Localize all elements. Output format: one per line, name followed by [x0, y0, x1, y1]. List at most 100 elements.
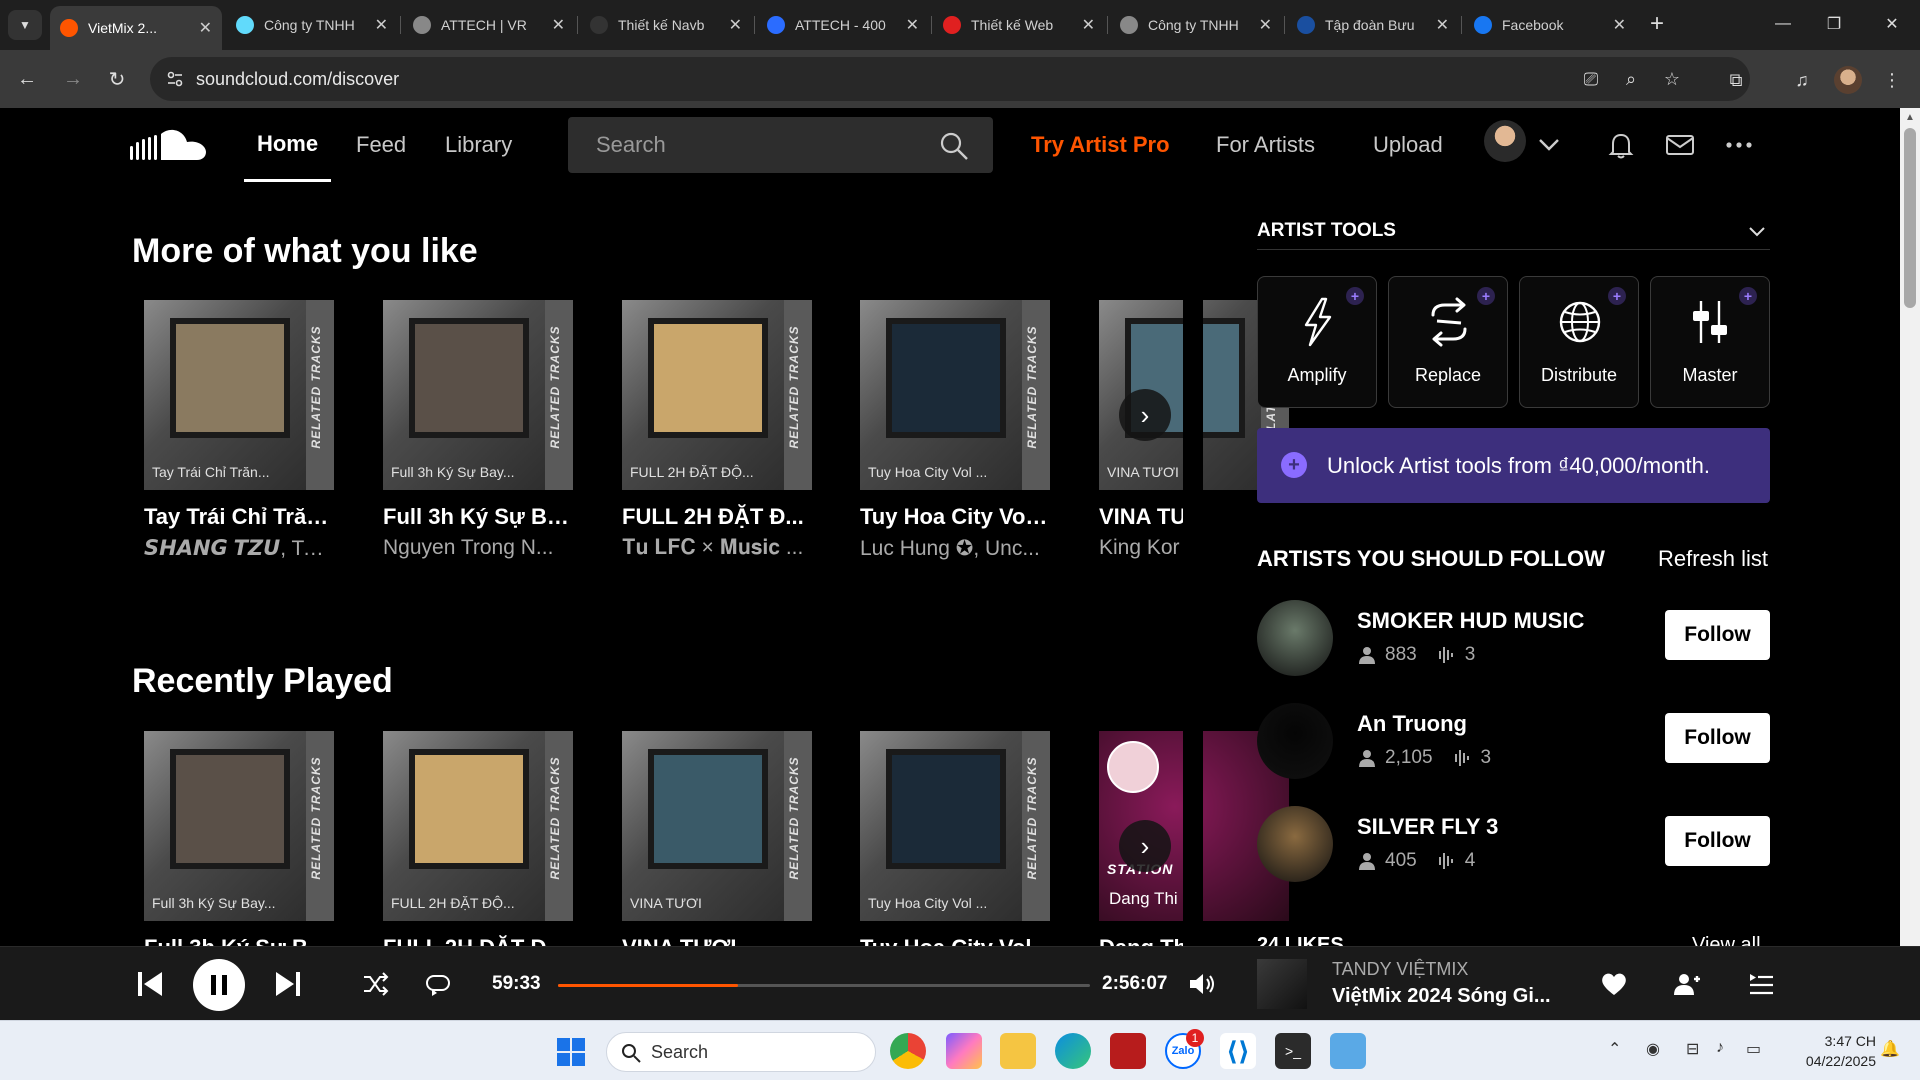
follow-button[interactable]: Follow: [1665, 713, 1770, 763]
close-tab-icon[interactable]: ✕: [1607, 15, 1626, 35]
carousel-next-arrow-icon[interactable]: ›: [1119, 389, 1171, 441]
now-playing-artwork[interactable]: [1257, 959, 1307, 1009]
close-tab-icon[interactable]: ✕: [1430, 15, 1449, 35]
view-all-likes-link[interactable]: View all: [1692, 934, 1761, 946]
close-tab-icon[interactable]: ✕: [1253, 15, 1272, 35]
track-cover[interactable]: RELATED TRACKS VINA TƯƠI: [622, 731, 812, 921]
track-cover[interactable]: RELATED TRACKS Full 3h Ký Sự Bay...: [144, 731, 334, 921]
maximize-button[interactable]: ❐: [1806, 8, 1862, 40]
show-hidden-icons-chevron-icon[interactable]: ⌃: [1608, 1039, 1621, 1059]
track-title[interactable]: Tuy Hoa City Vol ...: [860, 504, 1050, 530]
close-tab-icon[interactable]: ✕: [1076, 15, 1095, 35]
artist-avatar[interactable]: [1257, 806, 1333, 882]
unlock-artist-tools-banner[interactable]: + Unlock Artist tools from ₫40,000/month…: [1257, 428, 1770, 503]
close-tab-icon[interactable]: ✕: [193, 18, 212, 38]
browser-tab[interactable]: Thiết kế Navb ✕: [580, 8, 752, 42]
search-icon[interactable]: [939, 131, 969, 161]
now-playing-artist[interactable]: TANDY VIỆTMIX: [1332, 959, 1468, 980]
messages-mail-icon[interactable]: [1663, 128, 1697, 162]
notepad-app-icon[interactable]: [1330, 1033, 1366, 1069]
game-app-icon[interactable]: [1110, 1033, 1146, 1069]
track-cover[interactable]: RELATED TRACKS FULL 2H ĐẶT ĐỘ...: [622, 300, 812, 490]
close-tab-icon[interactable]: ✕: [546, 15, 565, 35]
track-cover[interactable]: RELATED TRACKS Tay Trái Chỉ Trăn...: [144, 300, 334, 490]
reload-icon[interactable]: ↻: [102, 64, 132, 94]
back-icon[interactable]: ←: [12, 64, 42, 94]
track-card[interactable]: RELATED TRACKSFull 3h Ký Sự Bay...Full 3…: [144, 731, 334, 961]
track-card[interactable]: RELATED TRACKSTuy Hoa City Vol ...Tuy Ho…: [860, 300, 1050, 561]
tool-card-distribute[interactable]: + Distribute: [1519, 276, 1639, 408]
notifications-bell-icon[interactable]: [1604, 128, 1638, 162]
now-playing-title[interactable]: ViệtMix 2024 Sóng Gi...: [1332, 985, 1552, 1008]
windows-start-icon[interactable]: [556, 1037, 586, 1067]
browser-tab[interactable]: Tập đoàn Bưu ✕: [1287, 8, 1459, 42]
browser-tab[interactable]: ATTECH | VR ✕: [403, 8, 575, 42]
speaker-icon[interactable]: ♪: [1716, 1039, 1724, 1057]
tab-search-button[interactable]: ▼: [8, 10, 42, 40]
minimize-button[interactable]: —: [1755, 8, 1811, 40]
next-up-queue-icon[interactable]: [1748, 971, 1774, 997]
track-card[interactable]: RELATED TRACKSFull 3h Ký Sự Bay... Full 3…: [383, 300, 573, 560]
collapse-chevron-icon[interactable]: [1746, 222, 1768, 242]
browser-tab[interactable]: Facebook ✕: [1464, 8, 1636, 42]
terminal-app-icon[interactable]: >_: [1275, 1033, 1311, 1069]
media-control-icon[interactable]: ♫: [1790, 68, 1814, 92]
track-card[interactable]: RELATED TRACKS Tay Trái Chỉ Trăn... Tay Tr…: [144, 300, 334, 561]
extensions-icon[interactable]: ⧉: [1724, 68, 1748, 92]
scroll-up-arrow-icon[interactable]: ▲: [1904, 112, 1916, 123]
network-icon[interactable]: ⊟: [1686, 1039, 1699, 1059]
artist-name[interactable]: SMOKER HUD MUSIC: [1357, 608, 1584, 634]
track-artist[interactable]: 𝙎𝙃𝘼𝙉𝙂 𝙏𝙕𝙐, TA...: [144, 536, 334, 561]
vscode-app-icon[interactable]: ⟨⟩: [1220, 1033, 1256, 1069]
browser-profile-avatar[interactable]: [1834, 66, 1862, 94]
upload-link[interactable]: Upload: [1373, 132, 1443, 158]
track-title[interactable]: Tay Trái Chỉ Trăn...: [144, 504, 334, 530]
try-artist-pro-link[interactable]: Try Artist Pro: [1031, 132, 1170, 158]
progress-bar[interactable]: [558, 984, 1090, 987]
repeat-icon[interactable]: [424, 971, 452, 997]
tool-card-master[interactable]: + Master: [1650, 276, 1770, 408]
for-artists-link[interactable]: For Artists: [1216, 132, 1315, 158]
browser-tab[interactable]: ATTECH - 400 ✕: [757, 8, 929, 42]
close-tab-icon[interactable]: ✕: [723, 15, 742, 35]
soundcloud-logo[interactable]: [130, 128, 208, 164]
browser-tab[interactable]: Thiết kế Web ✕: [933, 8, 1105, 42]
more-options-icon[interactable]: [1722, 128, 1756, 162]
track-title[interactable]: FULL 2H ĐẶT Đ...: [622, 504, 812, 530]
refresh-list-button[interactable]: Refresh list: [1658, 546, 1768, 572]
scroll-thumb[interactable]: [1904, 128, 1916, 308]
carousel-next-arrow-icon[interactable]: ›: [1119, 820, 1171, 872]
pause-button[interactable]: [193, 959, 245, 1011]
track-card[interactable]: RELATED TRACKSTuy Hoa City Vol ...Tuy Ho…: [860, 731, 1050, 961]
edge-app-icon[interactable]: [1055, 1033, 1091, 1069]
browser-menu-icon[interactable]: ⋮: [1880, 68, 1904, 92]
track-cover[interactable]: RELATED TRACKS Full 3h Ký Sự Bay...: [383, 300, 573, 490]
page-scrollbar[interactable]: ▲ ▼: [1900, 108, 1920, 1020]
taskbar-clock[interactable]: 3:47 CH 04/22/2025: [1786, 1031, 1876, 1071]
new-tab-button[interactable]: +: [1650, 12, 1664, 36]
chrome-app-icon[interactable]: [890, 1033, 926, 1069]
artist-name[interactable]: SILVER FLY 3: [1357, 814, 1498, 840]
tool-card-replace[interactable]: + Replace: [1388, 276, 1508, 408]
nav-feed[interactable]: Feed: [356, 108, 406, 182]
artist-avatar[interactable]: [1257, 600, 1333, 676]
like-heart-icon[interactable]: [1600, 971, 1628, 997]
follow-user-icon[interactable]: [1673, 971, 1701, 997]
follow-button[interactable]: Follow: [1665, 816, 1770, 866]
browser-tab[interactable]: Công ty TNHH ✕: [1110, 8, 1282, 42]
artist-name[interactable]: An Truong: [1357, 711, 1467, 737]
forward-icon[interactable]: →: [58, 64, 88, 94]
site-info-icon[interactable]: [166, 70, 184, 88]
notification-bell-icon[interactable]: 🔔: [1880, 1039, 1900, 1059]
track-cover[interactable]: RELATED TRACKS FULL 2H ĐẶT ĐỘ...: [383, 731, 573, 921]
track-card[interactable]: RELATED TRACKS VINA TƯƠIVINA TƯƠI: [622, 731, 812, 961]
volume-icon[interactable]: [1188, 971, 1216, 997]
bookmark-star-icon[interactable]: ☆: [1661, 68, 1683, 90]
track-card[interactable]: RELATED TRACKS FULL 2H ĐẶT ĐỘ... FULL 2H Đ…: [622, 300, 812, 560]
track-artist[interactable]: Nguyen Trong N...: [383, 536, 573, 560]
tool-card-amplify[interactable]: + Amplify: [1257, 276, 1377, 408]
close-window-button[interactable]: ✕: [1864, 8, 1920, 40]
track-cover[interactable]: RELATED TRACKS Tuy Hoa City Vol ...: [860, 731, 1050, 921]
track-title[interactable]: Full 3h Ký Sự Ba...: [383, 504, 573, 530]
close-tab-icon[interactable]: ✕: [369, 15, 388, 35]
